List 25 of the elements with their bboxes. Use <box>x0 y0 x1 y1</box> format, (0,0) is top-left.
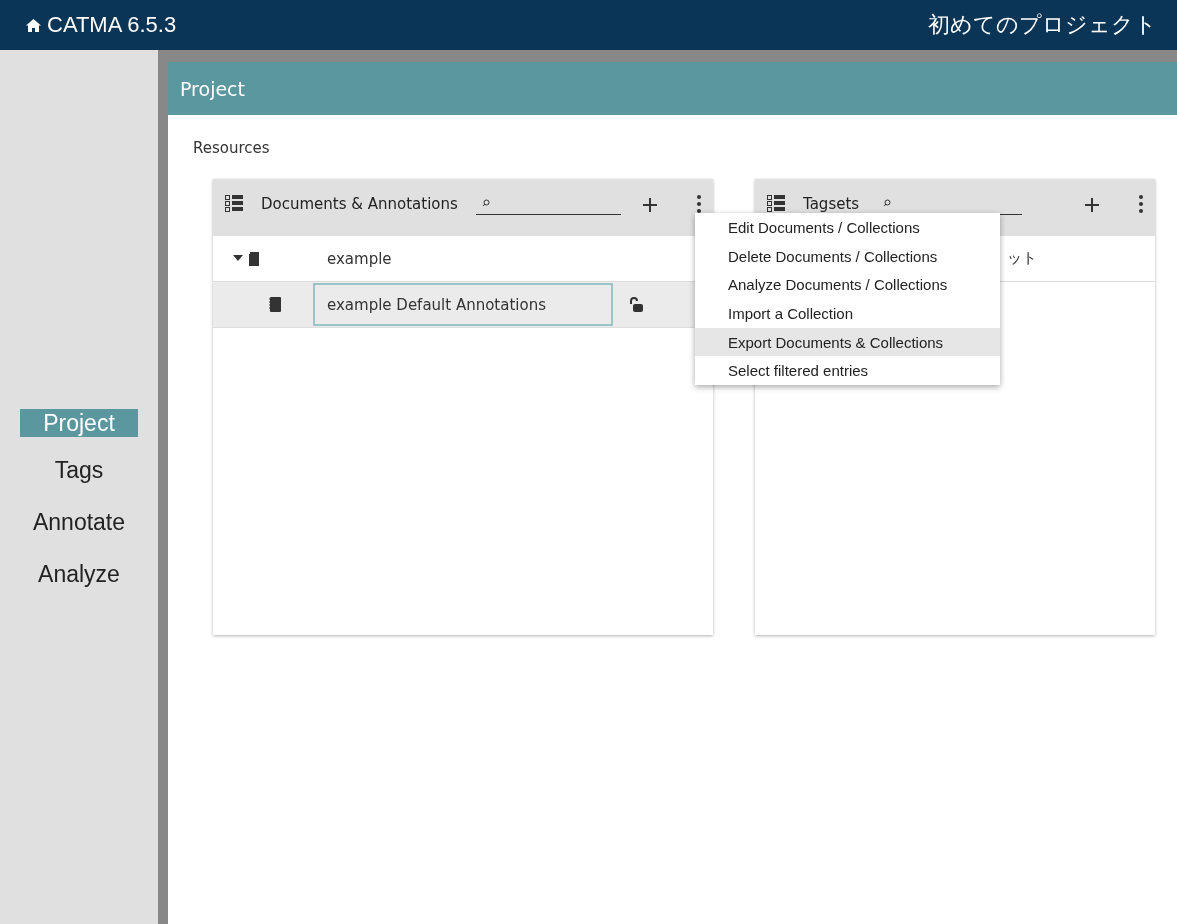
document-icon <box>249 251 260 266</box>
menu-item[interactable]: Export Documents & Collections <box>695 327 1000 357</box>
app-title: CATMA 6.5.3 <box>47 12 177 38</box>
unlocked-padlock-icon[interactable] <box>629 297 643 312</box>
project-name: 初めてのプロジェクト <box>928 11 1157 39</box>
section-label: Resources <box>193 139 271 157</box>
notebook-icon <box>269 297 281 312</box>
panel-title: Documents & Annotations <box>261 194 458 213</box>
sidebar-item[interactable]: Analyze <box>30 551 128 597</box>
item-name: example Default Annotations <box>313 283 613 326</box>
sidebar-item[interactable]: Annotate <box>24 499 134 545</box>
more-options-icon[interactable] <box>697 194 701 213</box>
item-name: ット <box>1007 248 1037 269</box>
search-icon <box>481 199 490 207</box>
search-icon <box>883 199 892 207</box>
list-icon <box>225 195 243 212</box>
panel-title: Tagsets <box>803 194 860 213</box>
item-name: example <box>326 248 393 270</box>
sidebar-item[interactable]: Tags <box>46 447 112 493</box>
caret-icon[interactable] <box>233 255 243 262</box>
page-title: Project <box>168 62 1177 115</box>
home-icon[interactable] <box>26 18 41 32</box>
more-options-icon[interactable] <box>1139 194 1143 213</box>
menu-item[interactable]: Select filtered entries <box>695 356 1000 386</box>
list-icon <box>767 195 785 212</box>
